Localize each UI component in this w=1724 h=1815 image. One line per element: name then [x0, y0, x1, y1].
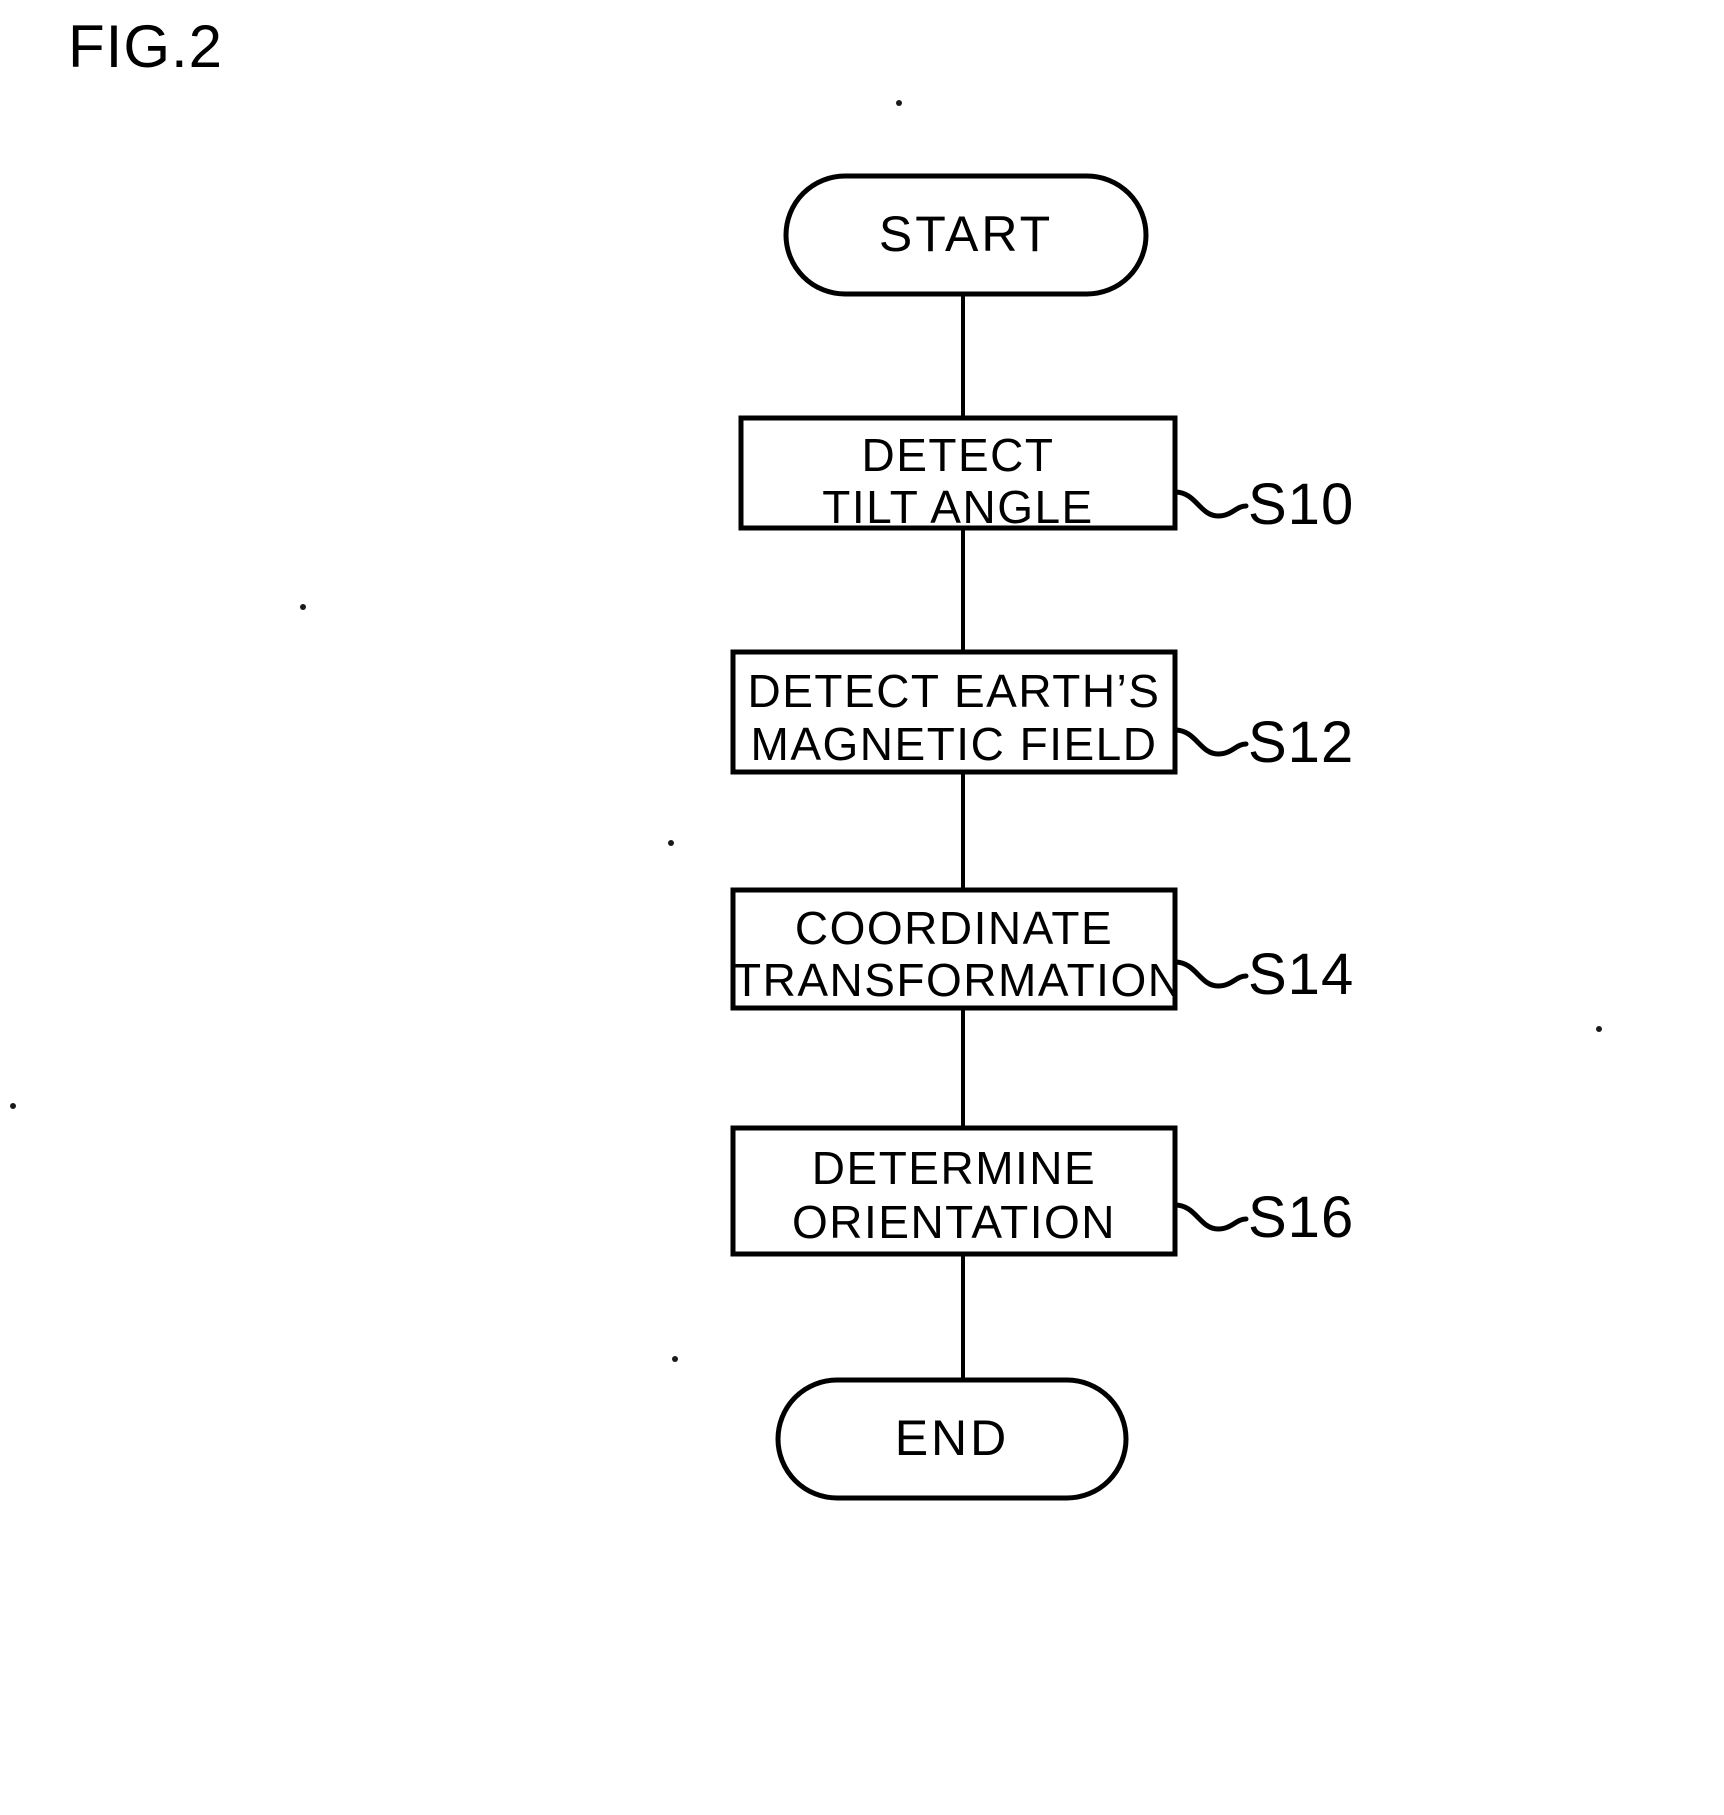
process-box-s16-line1: DETERMINE [811, 1142, 1097, 1194]
end-terminal-label: END [894, 1410, 1010, 1466]
step-reference-s12: S12 [1248, 710, 1355, 775]
scan-speck [300, 604, 306, 610]
process-box-s14-line2: TRANSFORMATION [733, 954, 1183, 1006]
step-reference-s14: S14 [1248, 942, 1355, 1007]
step-reference-s16: S16 [1248, 1185, 1355, 1250]
step-reference-s10: S10 [1248, 472, 1355, 537]
start-terminal-label: START [878, 206, 1054, 262]
process-box-s14-line1: COORDINATE [794, 902, 1114, 954]
scan-speck [10, 1103, 16, 1109]
leader-line-s10 [1172, 489, 1249, 519]
process-box-s12-line1: DETECT EARTH’S [747, 665, 1161, 717]
process-box-s12-line2: MAGNETIC FIELD [750, 718, 1158, 770]
scan-speck [896, 100, 902, 106]
leader-line-s14 [1172, 959, 1249, 989]
process-box-s10-line2: TILT ANGLE [822, 481, 1094, 533]
leader-line-s12 [1172, 727, 1249, 757]
scan-speck [1596, 1026, 1602, 1032]
process-box-s16-line2: ORIENTATION [791, 1196, 1116, 1248]
scan-speck [672, 1356, 678, 1362]
leader-line-s16 [1172, 1202, 1249, 1232]
process-box-s10-line1: DETECT [861, 429, 1055, 481]
scan-speck [668, 840, 674, 846]
